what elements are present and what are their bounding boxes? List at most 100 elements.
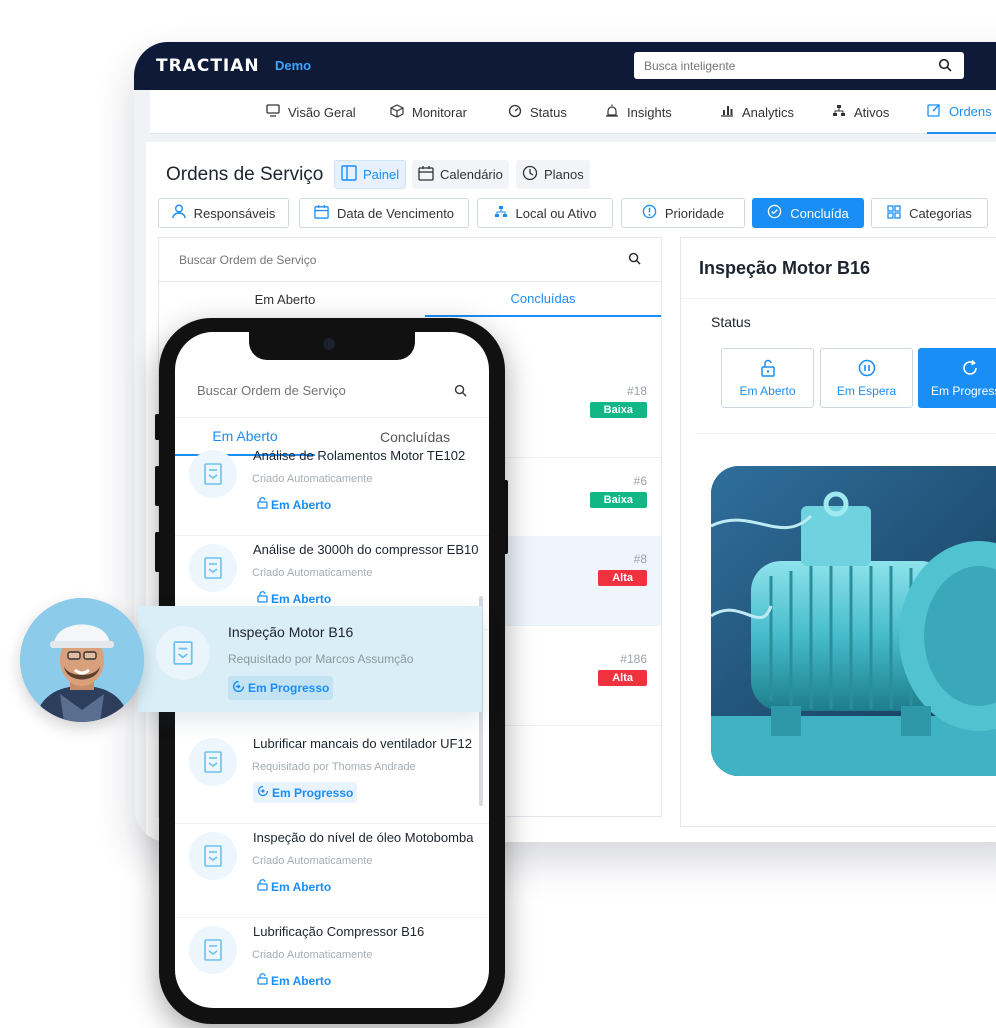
calendar-icon [418, 165, 434, 184]
hierarchy-icon [494, 205, 508, 221]
status-badge: Em Progresso [253, 782, 358, 803]
item-title: Lubrificação Compressor B16 [253, 924, 425, 939]
search-icon[interactable] [938, 58, 952, 77]
grid-icon [887, 204, 901, 222]
filter-prioridade[interactable]: Prioridade [621, 198, 745, 228]
priority-badge: Alta [598, 670, 647, 686]
status-text: Em Progresso [272, 785, 354, 800]
priority-badge: Baixa [589, 402, 647, 418]
order-number: #18 [626, 384, 647, 398]
priority-badge: Alta [598, 570, 647, 586]
order-number: #186 [620, 652, 647, 666]
search-icon[interactable] [454, 384, 467, 402]
order-number: #6 [633, 474, 647, 488]
user-icon [171, 204, 186, 222]
status-text: Em Aberto [271, 497, 332, 512]
refresh-icon [961, 359, 979, 380]
gauge-icon [508, 104, 522, 121]
item-subtitle: Criado Automaticamente [252, 567, 373, 579]
check-circle-icon [767, 204, 782, 222]
phone-notch [249, 332, 415, 360]
nav-status[interactable]: Status [508, 90, 567, 134]
status-text: Em Progresso [248, 681, 330, 695]
card-subtitle: Requisitado por Marcos Assumção [228, 652, 414, 666]
list-item[interactable]: Lubrificação Compressor B16 Criado Autom… [175, 918, 489, 1008]
bar-chart-icon [720, 104, 734, 120]
filter-responsaveis[interactable]: Responsáveis [158, 198, 289, 228]
view-calendario[interactable]: Calendário [412, 160, 509, 189]
item-title: Inspeção do nível de óleo Motobomba [253, 830, 474, 845]
alarm-icon [605, 104, 619, 121]
filter-concluida[interactable]: Concluída [752, 198, 864, 228]
unlock-icon [760, 359, 776, 380]
cube-icon [390, 103, 404, 121]
status-text: Em Aberto [271, 591, 332, 606]
nav-visao-geral[interactable]: Visão Geral [266, 90, 356, 134]
unlock-icon [257, 591, 268, 606]
nav-label: Ordens [949, 103, 992, 119]
smart-search[interactable] [634, 52, 964, 79]
list-item[interactable]: Inspeção do nível de óleo Motobomba Cria… [175, 824, 489, 918]
filter-categorias[interactable]: Categorias [871, 198, 988, 228]
orders-search[interactable] [159, 238, 661, 282]
status-em-espera-button[interactable]: Em Espera [820, 348, 913, 408]
order-detail-panel: Inspeção Motor B16 Status Em Aberto Em E… [680, 237, 996, 827]
unlock-icon [257, 879, 268, 894]
status-em-aberto-button[interactable]: Em Aberto [721, 348, 814, 408]
filter-label: Local ou Ativo [515, 205, 597, 221]
hierarchy-icon [832, 104, 846, 120]
status-button-label: Em Aberto [739, 383, 796, 398]
orders-search-input[interactable] [159, 238, 579, 282]
list-item[interactable]: Lubrificar mancais do ventilador UF12 Re… [175, 730, 489, 824]
main-nav: Visão Geral Monitorar Status Insights An… [150, 90, 996, 134]
nav-analytics[interactable]: Analytics [720, 90, 794, 134]
page-title: Ordens de Serviço [166, 164, 324, 185]
filter-label: Responsáveis [193, 205, 276, 221]
nav-label: Ativos [854, 104, 890, 120]
search-icon[interactable] [628, 252, 641, 270]
item-subtitle: Requisitado por Thomas Andrade [252, 761, 416, 773]
status-em-progresso-button[interactable]: Em Progresso [918, 348, 996, 408]
status-label: Status [711, 314, 751, 330]
clock-icon [522, 165, 538, 184]
document-icon [189, 738, 237, 786]
nav-label: Analytics [742, 104, 795, 120]
env-label[interactable]: Demo [275, 58, 311, 73]
monitor-icon [266, 104, 280, 120]
filter-local-ativo[interactable]: Local ou Ativo [477, 198, 613, 228]
divider [681, 298, 996, 299]
view-label: Calendário [440, 167, 503, 182]
filter-label: Categorias [909, 205, 972, 221]
alert-circle-icon [642, 204, 657, 222]
tab-concluidas[interactable]: Concluídas [425, 282, 661, 317]
motor-photo [711, 466, 996, 776]
status-text: Em Aberto [271, 973, 332, 988]
filter-data-vencimento[interactable]: Data de Vencimento [299, 198, 469, 228]
nav-monitorar[interactable]: Monitorar [390, 90, 467, 134]
phone-search-input[interactable] [175, 362, 425, 418]
unlock-icon [257, 497, 268, 512]
calendar-icon [314, 204, 329, 222]
tab-em-aberto[interactable]: Em Aberto [159, 282, 411, 317]
view-planos[interactable]: Planos [516, 160, 590, 189]
avatar [20, 598, 144, 722]
item-subtitle: Criado Automaticamente [252, 949, 373, 961]
status-badge: Em Progresso [228, 676, 334, 700]
list-item[interactable]: Análise de Rolamentos Motor TE102 Criado… [175, 442, 489, 536]
nav-label: Insights [627, 104, 672, 120]
tractian-logo: TRACTIAN [156, 56, 260, 76]
phone-search[interactable] [175, 362, 489, 418]
board-icon [341, 165, 357, 184]
nav-insights[interactable]: Insights [605, 90, 672, 134]
nav-ativos[interactable]: Ativos [832, 90, 889, 134]
priority-badge: Baixa [589, 492, 647, 508]
highlighted-order-card[interactable]: Inspeção Motor B16 Requisitado por Marco… [138, 606, 482, 712]
top-bar: TRACTIAN Demo [134, 42, 996, 90]
status-badge: Em Aberto [253, 494, 335, 515]
nav-ordens[interactable]: Ordens [927, 90, 996, 134]
view-painel[interactable]: Painel [334, 160, 407, 189]
progress-icon [232, 680, 245, 696]
smart-search-input[interactable] [634, 52, 924, 79]
status-button-label: Em Espera [836, 383, 897, 398]
filter-label: Concluída [790, 205, 849, 221]
